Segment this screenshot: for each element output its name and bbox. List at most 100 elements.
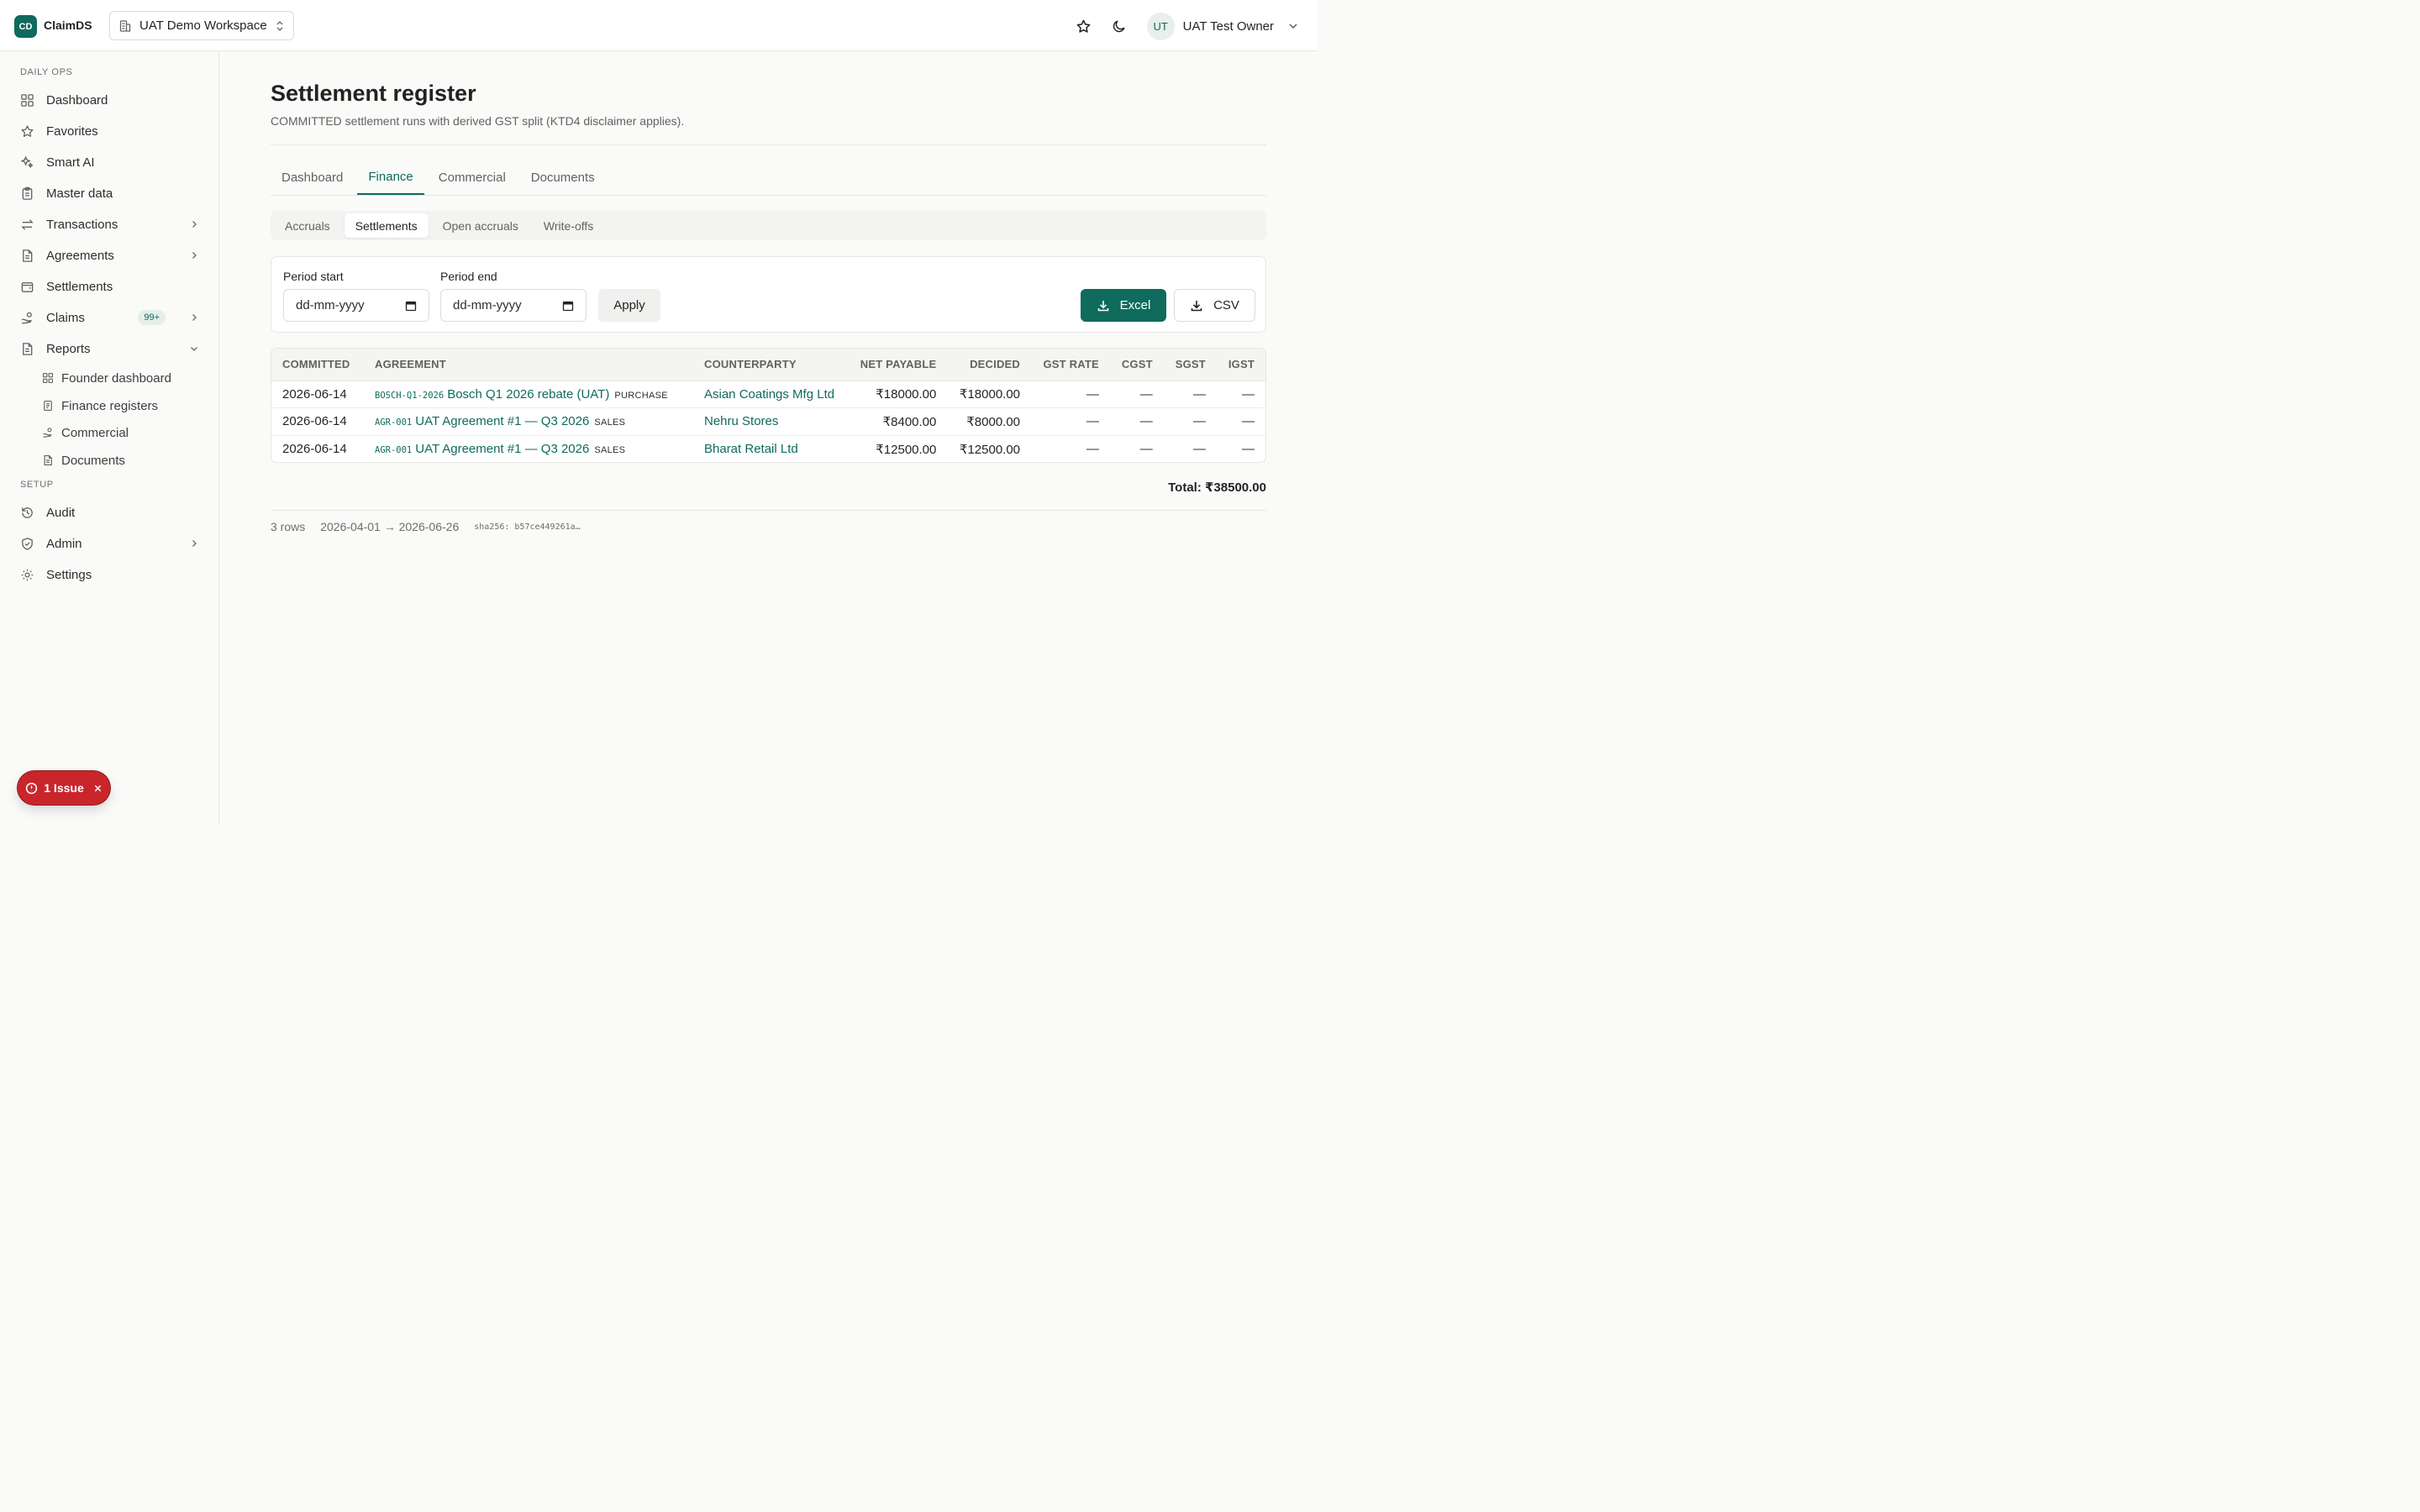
sidebar-subitem-finance-registers[interactable]: Finance registers [42,394,206,417]
clipboard-list-icon [20,186,34,201]
sidebar-item-label: Transactions [46,217,118,232]
sidebar-item-admin[interactable]: Admin [13,530,206,557]
issues-indicator[interactable]: 1 Issue [18,771,110,805]
cell-igst: — [1242,442,1255,457]
date-range: 2026-04-01 → 2026-06-26 [320,520,460,533]
cell-cgst: — [1109,381,1164,409]
csv-export-button[interactable]: CSV [1174,289,1255,322]
file-text-icon [20,249,34,263]
receipt-icon [42,400,54,412]
apply-button[interactable]: Apply [598,289,660,322]
page-title: Settlement register [271,81,476,106]
cell-committed: 2026-06-14 [271,381,364,409]
agreement-type: PURCHASE [614,390,668,401]
sidebar-item-favorites[interactable]: Favorites [13,118,206,144]
cell-counterparty: Nehru Stores [693,407,848,436]
settlement-table: COMMITTED AGREEMENT COUNTERPARTY NET PAY… [271,349,1265,462]
excel-export-button[interactable]: Excel [1081,289,1166,322]
subtab-open-accruals[interactable]: Open accruals [432,213,529,238]
subtab-write-offs[interactable]: Write-offs [533,213,604,238]
tab-commercial[interactable]: Commercial [428,160,517,195]
sidebar-item-agreements[interactable]: Agreements [13,242,206,269]
sidebar-item-audit[interactable]: Audit [13,499,206,526]
sidebar-item-settings[interactable]: Settings [13,561,206,588]
chevron-right-icon [189,250,199,260]
register-footer: 3 rows 2026-04-01 → 2026-06-26 sha256: b… [271,520,581,533]
counterparty-link[interactable]: Nehru Stores [704,414,778,428]
csv-label: CSV [1213,298,1239,312]
counterparty-link[interactable]: Asian Coatings Mfg Ltd [704,387,834,402]
sidebar-item-smart-ai[interactable]: Smart AI [13,149,206,176]
sidebar-subitem-commercial[interactable]: Commercial [42,421,206,444]
cell-counterparty: Bharat Retail Ltd [693,435,848,462]
period-start-input[interactable]: dd-mm-yyyy [283,289,429,322]
agreement-link[interactable]: UAT Agreement #1 — Q3 2026 [415,442,589,456]
sidebar-subitem-founder-dashboard[interactable]: Founder dashboard [42,366,206,390]
user-name: UAT Test Owner [1182,18,1274,34]
cell-gst-rate: — [1031,381,1110,409]
chevron-down-icon [189,344,199,354]
table-row: 2026-06-14 AGR-001 UAT Agreement #1 — Q3 … [271,407,1265,436]
column-header-committed[interactable]: COMMITTED [271,349,364,381]
user-menu[interactable]: UT UAT Test Owner [1146,12,1299,40]
column-header-counterparty[interactable]: COUNTERPARTY [693,349,848,381]
agreement-link[interactable]: Bosch Q1 2026 rebate (UAT) [447,387,609,402]
filter-card: Period start dd-mm-yyyy Period end dd-mm… [271,256,1266,333]
cell-igst: — [1216,381,1265,409]
period-start-label: Period start [283,270,344,283]
sidebar-subitem-label: Documents [61,453,125,468]
sidebar-item-dashboard[interactable]: Dashboard [13,87,206,113]
cell-cgst: — [1109,407,1164,436]
table-header-row: COMMITTED AGREEMENT COUNTERPARTY NET PAY… [271,349,1265,381]
claims-count-badge: 99+ [138,310,166,325]
cell-agreement: BOSCH-Q1-2026 Bosch Q1 2026 rebate (UAT) P… [364,381,693,409]
excel-label: Excel [1119,298,1151,312]
column-header-sgst[interactable]: SGST [1163,349,1217,381]
sidebar-item-claims[interactable]: Claims 99+ [13,304,206,331]
sidebar-item-reports[interactable]: Reports [13,335,206,362]
moon-icon[interactable] [1112,18,1127,34]
sidebar-item-settlements[interactable]: Settlements [13,273,206,300]
file-chart-icon [20,342,34,356]
column-header-igst[interactable]: IGST [1216,349,1265,381]
sidebar-item-label: Audit [46,505,76,520]
cell-committed: 2026-06-14 [271,407,364,436]
layout-grid-icon [20,93,34,108]
sidebar-subitem-documents[interactable]: Documents [42,449,206,472]
column-header-decided[interactable]: DECIDED [947,349,1032,381]
period-end-input[interactable]: dd-mm-yyyy [440,289,587,322]
divider [271,195,1266,196]
subtab-accruals[interactable]: Accruals [274,213,341,238]
close-icon[interactable] [93,784,103,793]
sidebar-item-transactions[interactable]: Transactions [13,211,206,238]
column-header-gst-rate[interactable]: GST RATE [1031,349,1110,381]
gear-icon [20,568,34,582]
calendar-icon[interactable] [562,300,574,312]
tab-dashboard[interactable]: Dashboard [271,160,354,195]
file-text-icon [42,454,54,466]
counterparty-link[interactable]: Bharat Retail Ltd [704,442,798,456]
agreement-code[interactable]: AGR-001 [375,417,412,428]
calendar-icon[interactable] [405,300,417,312]
workspace-switcher[interactable]: UAT Demo Workspace [109,11,294,40]
column-header-agreement[interactable]: AGREEMENT [364,349,693,381]
alert-circle-icon [25,782,38,795]
tab-finance[interactable]: Finance [357,160,424,195]
app-logo[interactable]: CD [14,15,37,38]
sidebar-item-master-data[interactable]: Master data [13,180,206,207]
subtab-settlements[interactable]: Settlements [344,213,429,238]
agreement-link[interactable]: UAT Agreement #1 — Q3 2026 [415,414,589,428]
sidebar-item-label: Claims [46,310,85,325]
cell-cgst: — [1139,442,1153,457]
column-header-net-payable[interactable]: NET PAYABLE [847,349,948,381]
sidebar-item-label: Master data [46,186,113,201]
layout-grid-icon [42,372,54,384]
cell-sgst: — [1163,381,1217,409]
column-header-cgst[interactable]: CGST [1109,349,1164,381]
agreement-code[interactable]: BOSCH-Q1-2026 [375,391,444,401]
tab-documents[interactable]: Documents [520,160,606,195]
star-icon[interactable] [1076,18,1092,34]
building-icon [118,19,132,33]
sidebar-item-label: Agreements [46,248,114,263]
agreement-code[interactable]: AGR-001 [375,445,412,455]
